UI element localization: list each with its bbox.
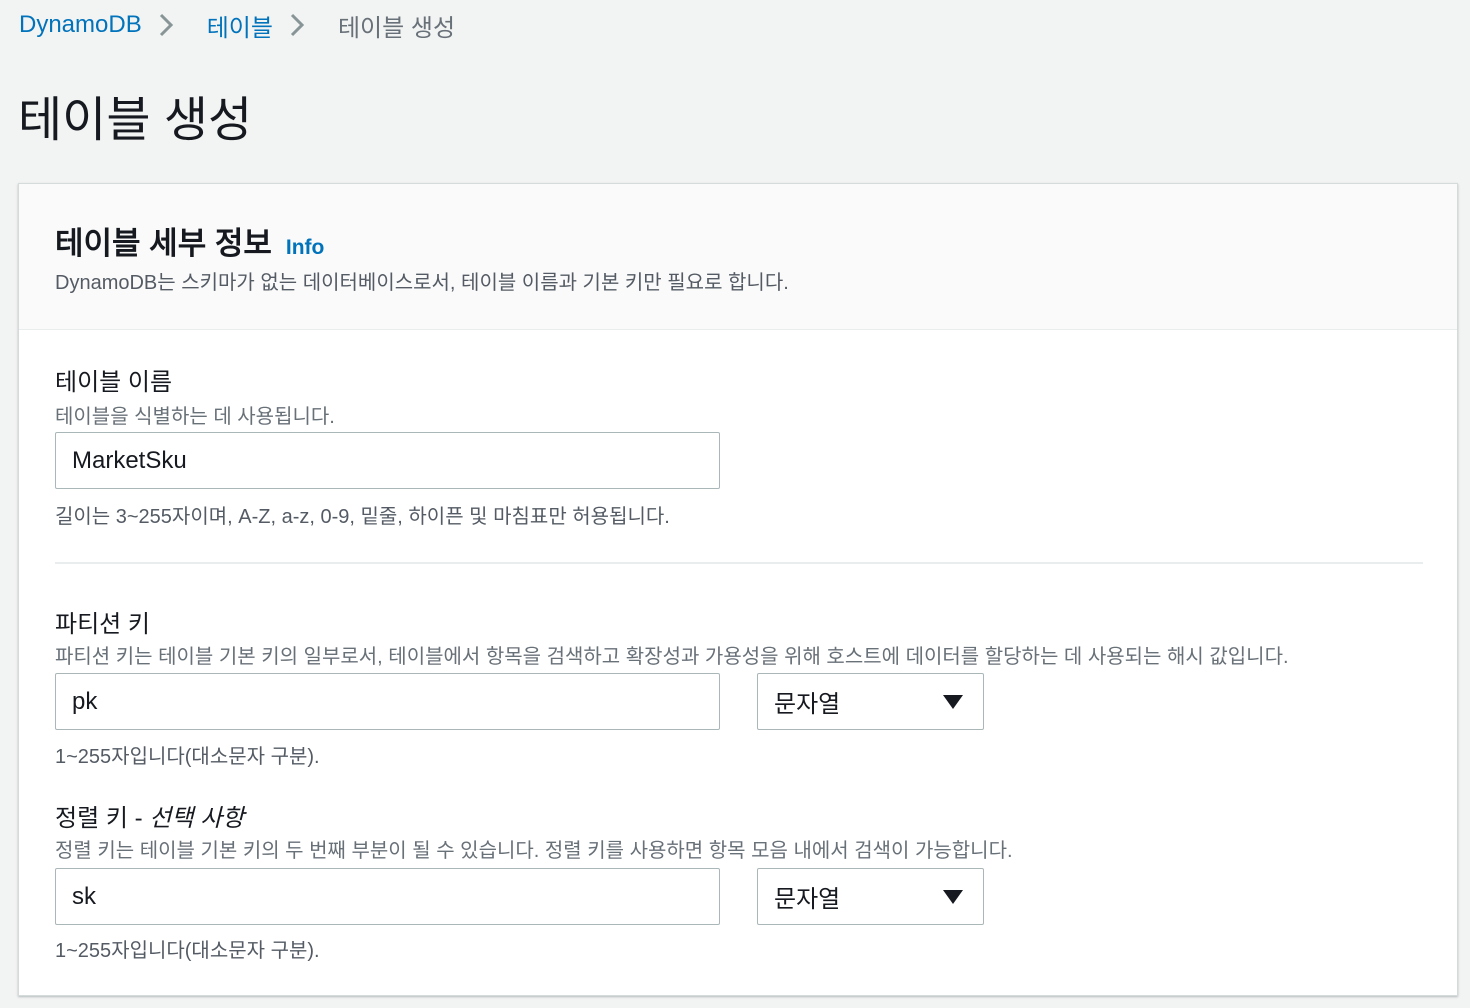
panel-title: 테이블 세부 정보 Info (55, 218, 324, 263)
sort-key-label: 정렬 키 - 선택 사항 (55, 798, 244, 833)
breadcrumb: DynamoDB 테이블 테이블 생성 (19, 8, 455, 42)
caret-down-icon (943, 889, 963, 904)
sort-key-description: 정렬 키는 테이블 기본 키의 두 번째 부분이 될 수 있습니다. 정렬 키를… (55, 840, 1013, 862)
sort-key-optional-label: 선택 사항 (149, 805, 245, 832)
chevron-right-icon (156, 8, 192, 42)
page-title: 테이블 생성 (18, 94, 253, 147)
partition-key-type-value: 문자열 (774, 691, 841, 718)
table-name-description: 테이블을 식별하는 데 사용됩니다. (55, 406, 335, 428)
partition-key-type-select[interactable]: 문자열 (757, 673, 984, 730)
table-name-hint: 길이는 3~255자이며, A-Z, a-z, 0-9, 밑줄, 하이픈 및 마… (55, 506, 670, 528)
breadcrumb-create-table: 테이블 생성 (337, 14, 456, 42)
table-details-panel: 테이블 세부 정보 Info DynamoDB는 스키마가 없는 데이터베이스로서… (18, 183, 1458, 996)
sort-key-type-value: 문자열 (774, 886, 841, 913)
partition-key-label: 파티션 키 (55, 611, 150, 638)
caret-down-icon (943, 694, 963, 709)
breadcrumb-dynamodb[interactable]: DynamoDB (19, 11, 142, 39)
panel-description: DynamoDB는 스키마가 없는 데이터베이스로서, 테이블 이름과 기본 키… (55, 272, 789, 294)
breadcrumb-tables[interactable]: 테이블 (207, 8, 273, 43)
sort-key-label-text: 정렬 키 - (55, 805, 150, 832)
sort-key-input[interactable] (55, 868, 720, 925)
table-name-input[interactable] (55, 432, 720, 489)
partition-key-input[interactable] (55, 673, 720, 730)
panel-title-text: 테이블 세부 정보 (55, 226, 272, 261)
info-link[interactable]: Info (286, 236, 324, 259)
panel-header: 테이블 세부 정보 Info DynamoDB는 스키마가 없는 데이터베이스로서… (19, 184, 1457, 330)
table-name-label: 테이블 이름 (55, 369, 173, 396)
sort-key-type-select[interactable]: 문자열 (757, 868, 984, 925)
sort-key-hint: 1~255자입니다(대소문자 구분). (55, 940, 320, 962)
partition-key-hint: 1~255자입니다(대소문자 구분). (55, 746, 320, 768)
divider (55, 562, 1423, 564)
partition-key-description: 파티션 키는 테이블 기본 키의 일부로서, 테이블에서 항목을 검색하고 확장… (55, 646, 1289, 668)
chevron-right-icon (287, 8, 323, 42)
